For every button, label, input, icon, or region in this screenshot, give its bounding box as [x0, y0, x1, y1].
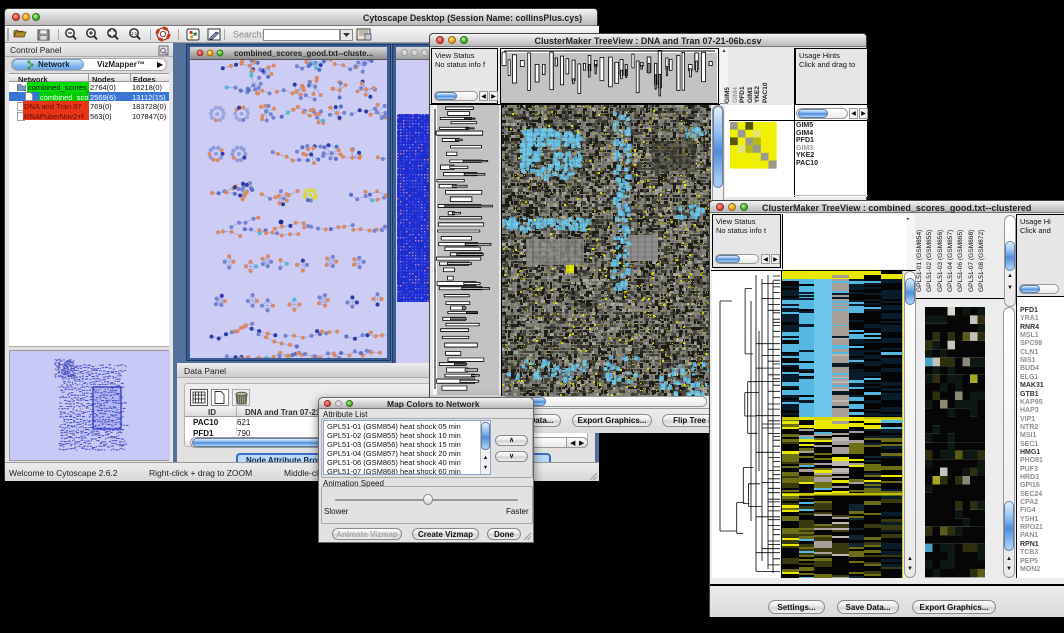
svg-text:Search:: Search:	[233, 30, 264, 40]
svg-text:1:1: 1:1	[131, 31, 138, 36]
